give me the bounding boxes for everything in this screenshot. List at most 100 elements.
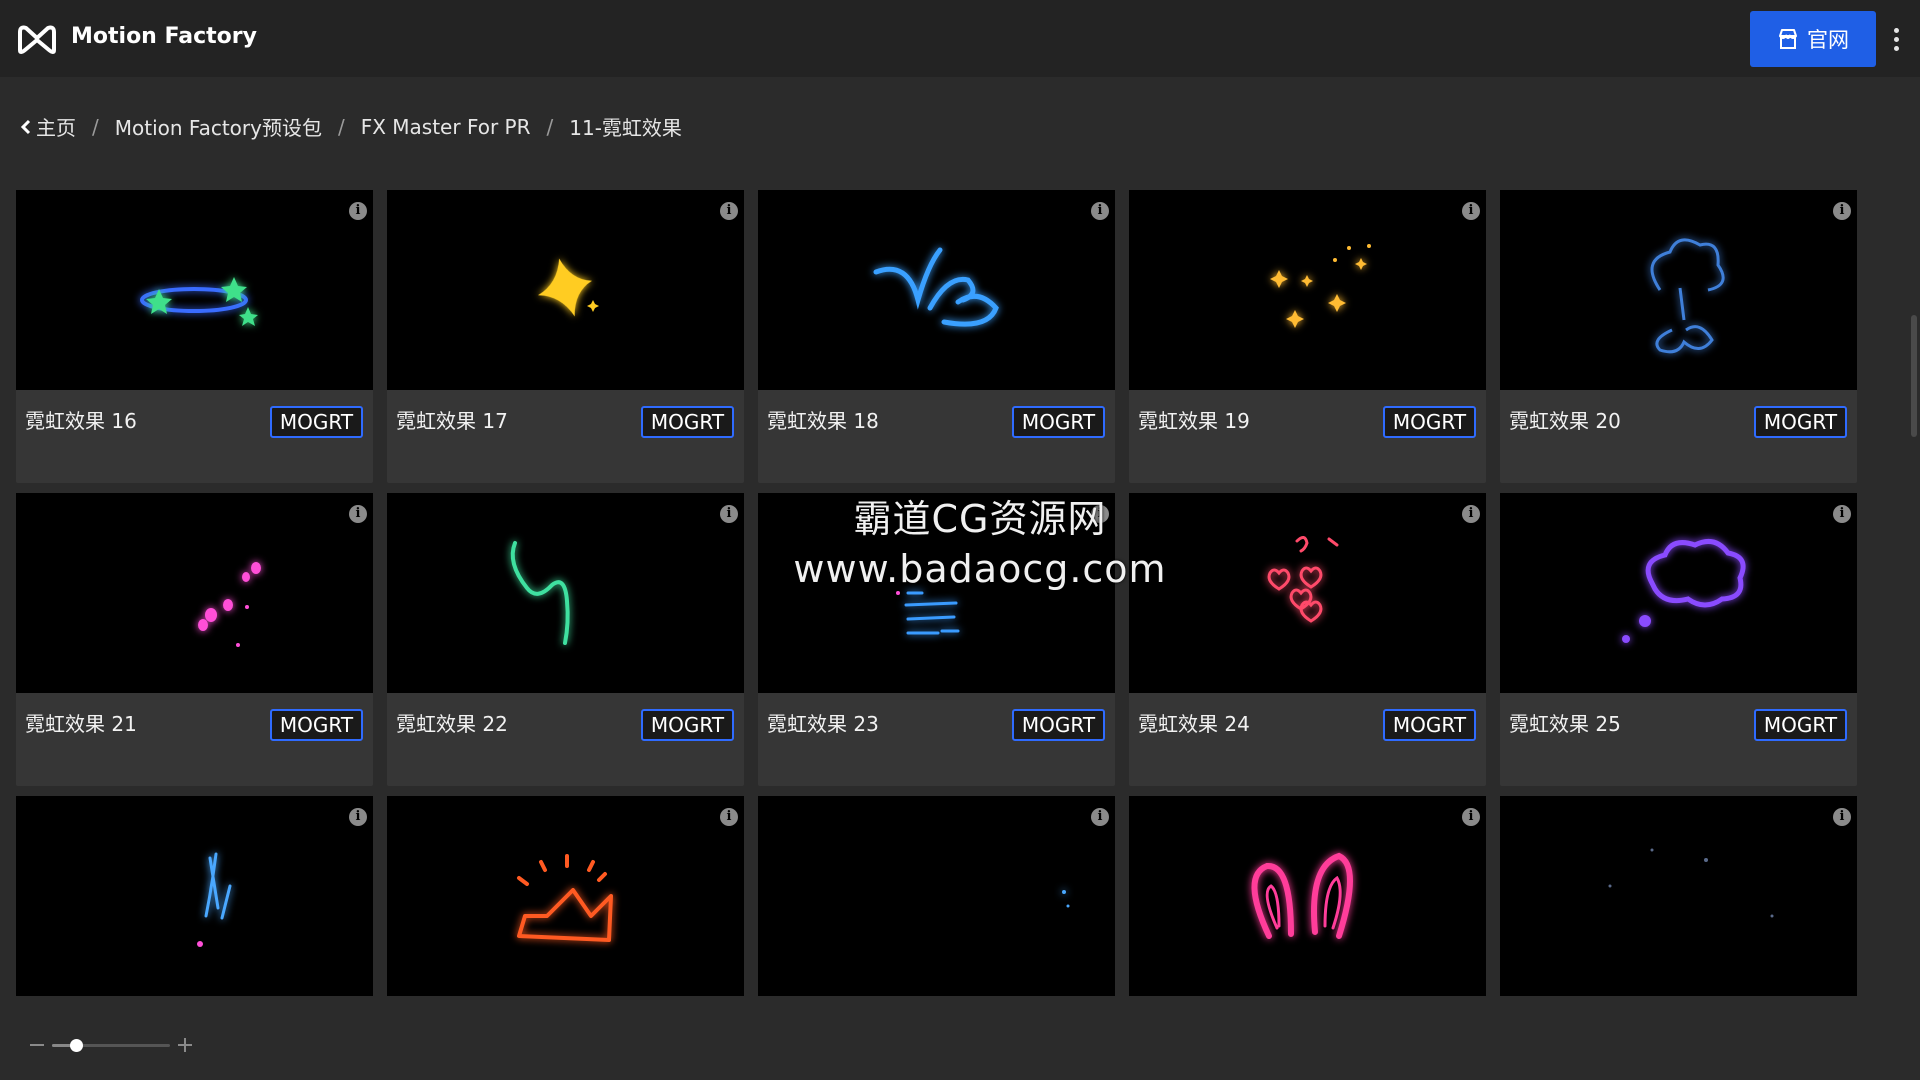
preset-card[interactable]: i 霓虹效果 16 MOGRT	[16, 190, 373, 483]
preset-card[interactable]: i 霓虹效果 19 MOGRT	[1129, 190, 1486, 483]
preset-thumbnail[interactable]	[387, 493, 744, 693]
preset-card[interactable]: i 霓虹效果 22 MOGRT	[387, 493, 744, 786]
info-icon[interactable]: i	[1091, 202, 1109, 220]
neon-thought-bubble-icon	[1622, 538, 1746, 643]
scrollbar-thumb[interactable]	[1911, 315, 1917, 437]
preset-thumbnail[interactable]	[758, 190, 1115, 390]
more-menu-button[interactable]	[1886, 22, 1906, 56]
mogrt-badge[interactable]: MOGRT	[1383, 406, 1476, 438]
footer-bar	[0, 996, 1920, 1080]
neon-crown-icon	[517, 854, 613, 942]
preset-name: 霓虹效果 21	[25, 712, 137, 736]
preset-thumbnail[interactable]	[1129, 190, 1486, 390]
breadcrumb-separator: /	[92, 114, 99, 139]
preset-card[interactable]: i 霓虹效果 21 MOGRT	[16, 493, 373, 786]
preset-thumbnail[interactable]	[16, 796, 373, 996]
info-icon[interactable]: i	[1833, 808, 1851, 826]
mogrt-badge[interactable]: MOGRT	[1383, 709, 1476, 741]
more-dot-icon	[1893, 27, 1899, 33]
neon-sparkles-icon	[1270, 244, 1371, 328]
preset-card[interactable]: i	[1129, 796, 1486, 996]
info-icon[interactable]: i	[349, 808, 367, 826]
preset-thumbnail[interactable]	[1500, 190, 1857, 390]
neon-bunny-ears-icon	[1251, 852, 1353, 939]
info-icon[interactable]: i	[720, 505, 738, 523]
preset-thumbnail[interactable]	[758, 796, 1115, 996]
info-icon[interactable]: i	[1833, 505, 1851, 523]
preset-thumbnail[interactable]	[1500, 796, 1857, 996]
mogrt-badge[interactable]: MOGRT	[270, 709, 363, 741]
mogrt-badge[interactable]: MOGRT	[270, 406, 363, 438]
neon-ring-stars-icon	[140, 277, 258, 326]
preset-card[interactable]: i 霓虹效果 23 MOGRT	[758, 493, 1115, 786]
neon-star-icon	[537, 258, 599, 317]
neon-hearts-icon	[1267, 536, 1339, 623]
preset-name: 霓虹效果 18	[767, 409, 879, 433]
motion-factory-logo-icon[interactable]	[16, 22, 58, 54]
neon-swirl-icon	[873, 247, 999, 327]
preset-thumbnail[interactable]	[1500, 493, 1857, 693]
breadcrumb-fx-master[interactable]: FX Master For PR	[361, 115, 531, 139]
neon-squiggle-icon	[510, 541, 570, 645]
preset-thumbnail[interactable]	[16, 190, 373, 390]
info-icon[interactable]: i	[720, 202, 738, 220]
mogrt-badge[interactable]: MOGRT	[641, 709, 734, 741]
mogrt-badge[interactable]: MOGRT	[1754, 406, 1847, 438]
breadcrumb-separator: /	[546, 114, 554, 139]
preset-name: 霓虹效果 20	[1509, 409, 1621, 433]
breadcrumb-separator: /	[337, 114, 345, 139]
breadcrumb: 主页 / Motion Factory预设包 / FX Master For P…	[20, 112, 682, 141]
chevron-left-icon[interactable]	[20, 118, 32, 136]
info-icon[interactable]: i	[1462, 808, 1480, 826]
preset-card[interactable]: i 霓虹效果 20 MOGRT	[1500, 190, 1857, 483]
zoom-out-icon[interactable]	[30, 1044, 44, 1046]
preset-thumbnail[interactable]	[758, 493, 1115, 693]
breadcrumb-current: 11-霓虹效果	[569, 116, 682, 140]
mogrt-badge[interactable]: MOGRT	[641, 406, 734, 438]
preset-name: 霓虹效果 22	[396, 712, 508, 736]
zoom-in-icon[interactable]	[178, 1038, 192, 1052]
preset-card[interactable]: i 霓虹效果 17 MOGRT	[387, 190, 744, 483]
neon-faint-dots-icon	[1608, 848, 1774, 918]
preset-name: 霓虹效果 19	[1138, 409, 1250, 433]
info-icon[interactable]: i	[349, 202, 367, 220]
info-icon[interactable]: i	[1833, 202, 1851, 220]
preset-card[interactable]: i	[387, 796, 744, 996]
neon-exclamation-icon	[197, 852, 232, 947]
store-icon	[1779, 29, 1797, 49]
neon-dots-icon	[198, 562, 261, 647]
breadcrumb-preset-pack[interactable]: Motion Factory预设包	[115, 112, 322, 141]
info-icon[interactable]: i	[1462, 505, 1480, 523]
mogrt-badge[interactable]: MOGRT	[1012, 406, 1105, 438]
preset-thumbnail[interactable]	[387, 796, 744, 996]
preset-card[interactable]: i 霓虹效果 25 MOGRT	[1500, 493, 1857, 786]
preset-thumbnail[interactable]	[1129, 493, 1486, 693]
zoom-slider[interactable]	[52, 1039, 170, 1052]
zoom-slider-handle[interactable]	[69, 1039, 83, 1052]
preset-card[interactable]: i	[16, 796, 373, 996]
breadcrumb-home[interactable]: 主页	[36, 112, 76, 141]
preset-card[interactable]: i	[1500, 796, 1857, 996]
preset-thumbnail[interactable]	[16, 493, 373, 693]
info-icon[interactable]: i	[1091, 505, 1109, 523]
neon-dot-icon	[1062, 890, 1070, 908]
preset-thumbnail[interactable]	[387, 190, 744, 390]
preset-card[interactable]: i 霓虹效果 24 MOGRT	[1129, 493, 1486, 786]
preset-card[interactable]: i	[758, 796, 1115, 996]
mogrt-badge[interactable]: MOGRT	[1754, 709, 1847, 741]
preset-card[interactable]: i 霓虹效果 18 MOGRT	[758, 190, 1115, 483]
mogrt-badge[interactable]: MOGRT	[1012, 709, 1105, 741]
preset-thumbnail[interactable]	[1129, 796, 1486, 996]
info-icon[interactable]: i	[349, 505, 367, 523]
preset-name: 霓虹效果 23	[767, 712, 879, 736]
preset-name: 霓虹效果 17	[396, 409, 508, 433]
info-icon[interactable]: i	[1091, 808, 1109, 826]
preset-name: 霓虹效果 25	[1509, 712, 1621, 736]
neon-speed-lines-icon	[896, 591, 960, 635]
official-site-label: 官网	[1807, 28, 1849, 52]
info-icon[interactable]: i	[720, 808, 738, 826]
official-site-button[interactable]: 官网	[1750, 11, 1876, 67]
neon-cloud-burst-icon	[1650, 238, 1725, 354]
top-bar: Motion Factory 官网	[0, 0, 1920, 77]
info-icon[interactable]: i	[1462, 202, 1480, 220]
